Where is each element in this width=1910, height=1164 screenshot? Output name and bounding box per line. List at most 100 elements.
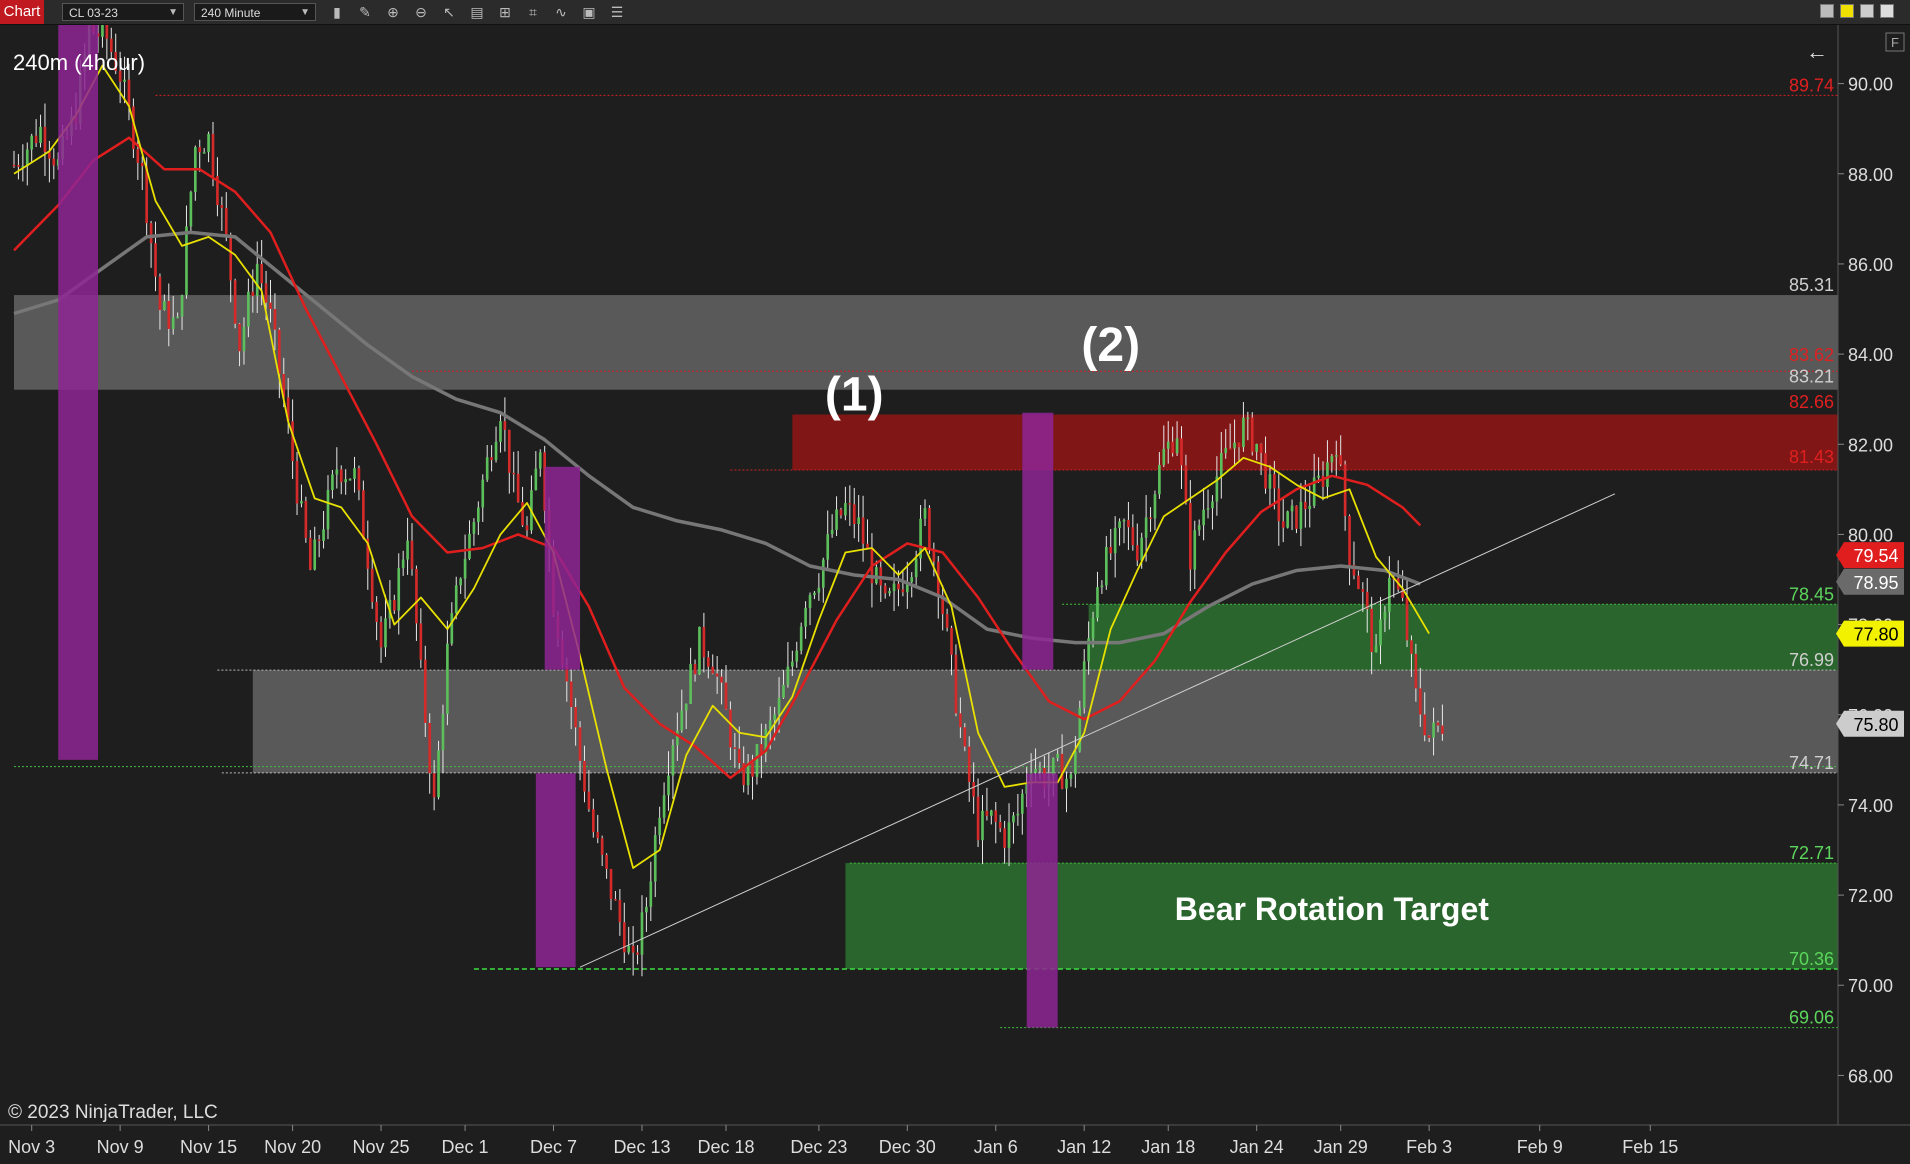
candle-body <box>923 508 927 519</box>
candle-body <box>180 295 184 317</box>
candle-body <box>1427 735 1431 738</box>
candle-body <box>423 659 427 723</box>
candle-body <box>1100 585 1104 588</box>
candle-body <box>680 710 684 731</box>
candle-body <box>224 207 228 235</box>
level-label: 76.99 <box>1789 650 1834 670</box>
minimize-button[interactable] <box>1820 4 1834 18</box>
candle-body <box>804 608 807 627</box>
candle-body <box>1281 521 1285 528</box>
candle-body <box>304 500 308 538</box>
candle-body <box>1255 443 1259 452</box>
candle-body <box>362 490 365 539</box>
candle-body <box>1197 525 1201 531</box>
candle-body <box>521 502 524 526</box>
candle-body <box>273 308 277 330</box>
candle-body <box>353 468 356 479</box>
candle-body <box>357 468 361 491</box>
candle-body <box>808 595 812 609</box>
candle-body <box>1242 417 1245 448</box>
candle-body <box>1180 438 1183 466</box>
candle-body <box>994 810 998 822</box>
pencil-icon[interactable]: ✎ <box>356 3 374 21</box>
candle-body <box>247 291 250 327</box>
candle-body <box>242 326 246 352</box>
x-tick-label: Dec 1 <box>442 1137 489 1157</box>
candle-body <box>830 529 834 535</box>
chevron-down-icon: ▼ <box>168 7 178 18</box>
close-button[interactable] <box>1880 4 1894 18</box>
list-icon[interactable]: ☰ <box>608 3 626 21</box>
candle-body <box>313 539 317 570</box>
candle-body <box>322 529 325 541</box>
price-chart[interactable]: (1) (2) Bear Rotation Target F 68.00 70.00 72… <box>0 25 1910 1164</box>
properties-icon[interactable]: ▤ <box>468 3 486 21</box>
pointer-icon[interactable]: ↖ <box>440 3 458 21</box>
candle-body <box>25 149 29 167</box>
strategy-icon[interactable]: ⊞ <box>496 3 514 21</box>
maximize-button[interactable] <box>1860 4 1874 18</box>
candle-body <box>344 479 348 483</box>
x-tick-label: Feb 9 <box>1517 1137 1563 1157</box>
x-tick-label: Feb 3 <box>1406 1137 1452 1157</box>
data-box-icon[interactable]: ▣ <box>580 3 598 21</box>
x-tick-label: Nov 25 <box>353 1137 410 1157</box>
candle-body <box>1414 653 1418 689</box>
candle-body <box>538 452 542 469</box>
candle-body <box>777 697 781 715</box>
candle-body <box>755 744 759 777</box>
candle-body <box>459 578 462 586</box>
candle-body <box>101 25 104 37</box>
candle-body <box>839 509 843 516</box>
x-tick-label: Feb 15 <box>1622 1137 1678 1157</box>
candle-body <box>1162 448 1166 465</box>
indicator-icon[interactable]: ⌗ <box>524 3 542 21</box>
bar-type-icon[interactable]: ▮ <box>328 3 346 21</box>
candle-body <box>1206 508 1210 510</box>
candle-body <box>1290 505 1294 512</box>
zoom-in-icon[interactable]: ⊕ <box>384 3 402 21</box>
candle-body <box>875 567 878 584</box>
candle-body <box>852 504 856 524</box>
candle-body <box>600 838 604 855</box>
candle-body <box>123 79 126 82</box>
candle-body <box>105 25 109 39</box>
candle-body <box>1091 617 1095 639</box>
candle-body <box>1339 455 1343 465</box>
candle-body <box>813 592 816 596</box>
candle-body <box>1273 474 1276 489</box>
candle-body <box>136 149 140 163</box>
back-arrow-icon[interactable]: ← <box>1806 39 1828 64</box>
candle-body <box>52 158 56 166</box>
instrument-select[interactable]: CL 03-23 ▼ <box>62 3 184 21</box>
candle-body <box>1295 505 1298 529</box>
restore-button[interactable] <box>1840 4 1854 18</box>
candle-body <box>1131 527 1135 546</box>
candle-body <box>928 508 931 550</box>
candle-body <box>525 525 529 531</box>
candle-body <box>888 591 891 594</box>
candle-body <box>817 587 821 593</box>
candle-body <box>1153 494 1157 519</box>
template-icon[interactable]: ∿ <box>552 3 570 21</box>
candle-body <box>415 568 418 624</box>
candle-body <box>693 664 697 675</box>
level-label: 83.62 <box>1789 345 1834 365</box>
candle-body <box>1078 707 1082 752</box>
candle-body <box>1405 597 1409 641</box>
candle-body <box>1020 793 1024 814</box>
candle-body <box>202 152 206 154</box>
y-tick-label: 72.00 <box>1848 886 1893 906</box>
candle-body <box>331 474 334 491</box>
candle-body <box>954 654 958 714</box>
chart-tab[interactable]: Chart <box>0 0 44 24</box>
zoom-out-icon[interactable]: ⊖ <box>412 3 430 21</box>
candle-body <box>569 681 573 707</box>
magenta-bar <box>1022 412 1054 670</box>
x-tick-label: Jan 29 <box>1314 1137 1368 1157</box>
magenta-bar <box>58 25 99 760</box>
interval-select[interactable]: 240 Minute ▼ <box>194 3 316 21</box>
candle-body <box>264 283 268 303</box>
candle-body <box>1202 509 1205 526</box>
candle-body <box>1082 661 1086 708</box>
